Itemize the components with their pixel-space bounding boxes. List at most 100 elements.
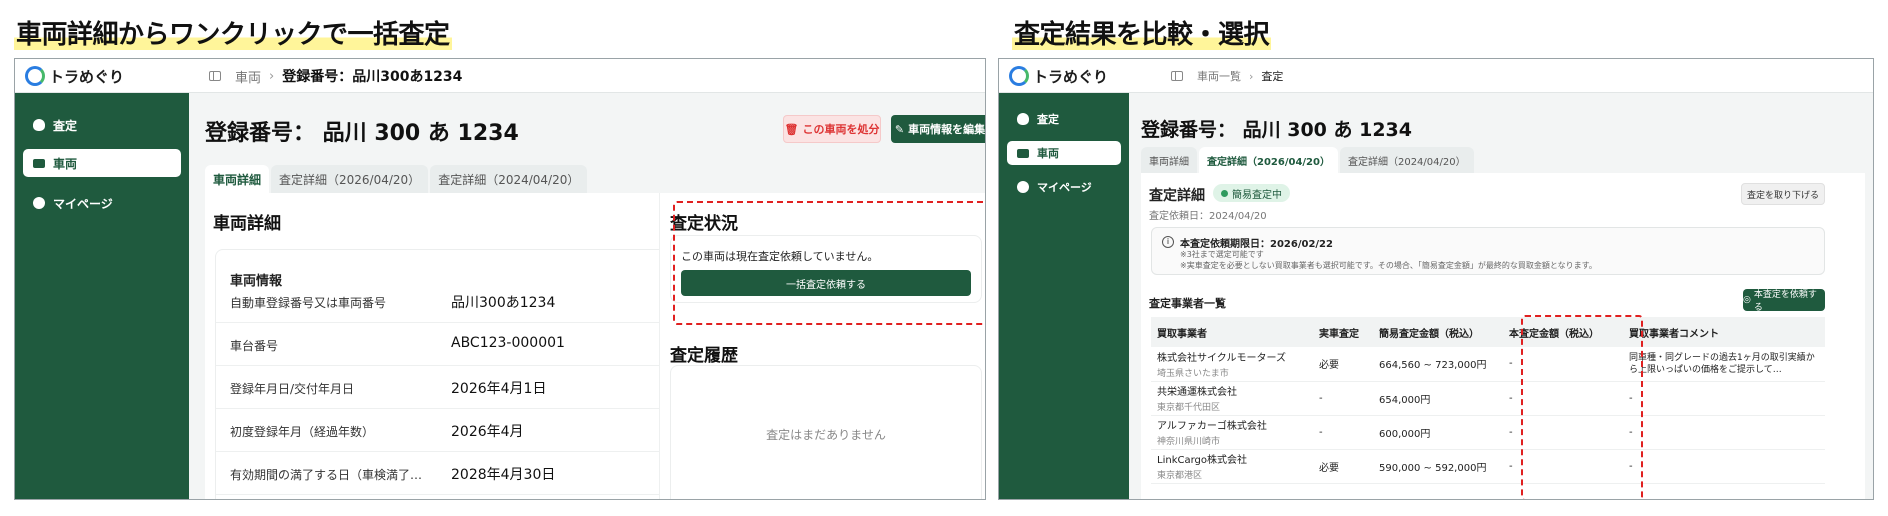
comment-cell: -	[1623, 381, 1825, 416]
logo-mark-icon	[25, 66, 45, 86]
deadline-notice: i 本査定依頼期限日：2026/02/22 ※3社まで選定可能です ※実車査定を…	[1151, 227, 1825, 275]
col-vendor: 買取事業者	[1151, 317, 1313, 347]
vendor-area: 東京都港区	[1157, 471, 1203, 481]
breadcrumb: 車両 › 登録番号：品川300あ1234	[209, 59, 462, 93]
inspection-cell: 必要	[1313, 449, 1373, 484]
appraisal-detail-panel: 査定詳細 簡易査定中 査定依頼日：2024/04/20 査定を取り下げる i 本…	[1141, 173, 1865, 499]
vehicle-detail-screen: トラめぐり 車両 › 登録番号：品川300あ1234 査定 車両 マイページ 登…	[14, 58, 986, 500]
sidebar: 査定 車両 マイページ	[15, 93, 189, 499]
vendor-name: LinkCargo株式会社	[1157, 455, 1247, 466]
quick-price-cell: 590,000 ~ 592,000円	[1373, 449, 1503, 484]
sidebar-toggle-icon[interactable]	[209, 71, 221, 81]
user-icon	[1017, 181, 1029, 193]
sidebar-item-mypage[interactable]: マイページ	[23, 189, 181, 217]
tab-bar: 車両詳細 査定詳細（2026/04/20） 査定詳細（2024/04/20）	[1141, 147, 1476, 173]
history-empty-message: 査定はまだありません	[766, 428, 886, 442]
page-title: 登録番号： 品川 300 あ 1234	[1141, 119, 1413, 141]
trash-icon: 🗑	[784, 122, 799, 136]
col-comment: 買取事業者コメント	[1623, 317, 1825, 347]
history-card: 査定はまだありません	[670, 365, 982, 499]
tab-appraisal-2026[interactable]: 査定詳細（2026/04/20）	[1199, 147, 1338, 173]
tab-bar: 車両詳細 査定詳細（2026/04/20） 査定詳細（2024/04/20）	[205, 165, 589, 193]
vendor-list-heading: 査定事業者一覧	[1149, 297, 1226, 310]
user-icon	[33, 197, 45, 209]
sidebar-item-appraisal[interactable]: 査定	[23, 111, 181, 139]
vehicle-detail-heading: 車両詳細	[213, 214, 281, 234]
top-bar: トラめぐり 車両一覧 › 査定	[999, 59, 1873, 93]
tab-appraisal-2024[interactable]: 査定詳細（2024/04/20）	[430, 165, 588, 193]
col-quick-price: 簡易査定金額（税込）	[1373, 317, 1503, 347]
app-logo[interactable]: トラめぐり	[999, 59, 1108, 93]
appraisal-result-screen: トラめぐり 車両一覧 › 査定 査定 車両 マイページ 登録番号： 品川 300…	[998, 58, 1874, 500]
table-row[interactable]: 共栄通運株式会社 東京都千代田区 - 654,000円 - -	[1151, 381, 1825, 416]
truck-icon	[1017, 148, 1029, 158]
vendor-name: 株式会社サイクルモーターズ	[1157, 352, 1286, 364]
breadcrumb-current: 査定	[1261, 70, 1284, 83]
col-inspection: 実車査定	[1313, 317, 1373, 347]
tab-vehicle-detail[interactable]: 車両詳細	[205, 165, 270, 193]
comment-cell: -	[1623, 449, 1825, 484]
inspection-cell: -	[1313, 415, 1373, 450]
sidebar-item-vehicles[interactable]: 車両	[1007, 141, 1121, 165]
history-heading: 査定履歴	[670, 346, 738, 366]
quick-price-cell: 654,000円	[1373, 381, 1503, 416]
top-bar: トラめぐり 車両 › 登録番号：品川300あ1234	[15, 59, 985, 93]
info-icon: i	[1162, 236, 1174, 248]
sidebar: 査定 車両 マイページ	[999, 93, 1129, 499]
piggy-bank-icon	[1017, 113, 1029, 125]
truck-icon	[33, 158, 45, 168]
breadcrumb: 車両一覧 › 査定	[1171, 59, 1283, 93]
breadcrumb-root[interactable]: 車両一覧	[1197, 68, 1241, 84]
highlight-frame	[673, 201, 985, 325]
table-header-row: 買取事業者 実車査定 簡易査定金額（税込） 本査定金額（税込） 買取事業者コメン…	[1151, 317, 1825, 347]
check-circle-icon: ◎	[1743, 295, 1751, 305]
notice-line-2: ※実車査定を必要としない買取事業者も選択可能です。その場合、「簡易査定金額」が最…	[1180, 261, 1597, 270]
comment-cell: -	[1623, 415, 1825, 450]
status-badge: 簡易査定中	[1213, 184, 1290, 202]
vendor-table: 買取事業者 実車査定 簡易査定金額（税込） 本査定金額（税込） 買取事業者コメン…	[1151, 317, 1825, 484]
tab-appraisal-2026[interactable]: 査定詳細（2026/04/20）	[271, 165, 429, 193]
request-final-appraisal-button[interactable]: ◎ 本査定を依頼する	[1743, 289, 1825, 313]
piggy-bank-icon	[33, 119, 45, 131]
page-title: 登録番号： 品川 300 あ 1234	[205, 121, 519, 146]
notice-title: 本査定依頼期限日：2026/02/22	[1180, 239, 1333, 250]
main-content: 登録番号： 品川 300 あ 1234 車両詳細 査定詳細（2026/04/20…	[1129, 93, 1873, 499]
pencil-icon: ✎	[894, 122, 905, 136]
edit-vehicle-button[interactable]: ✎ 車両情報を編集	[891, 115, 985, 143]
tab-vehicle-detail[interactable]: 車両詳細	[1141, 147, 1197, 173]
sidebar-item-appraisal[interactable]: 査定	[1007, 107, 1121, 131]
inspection-cell: -	[1313, 381, 1373, 416]
vendor-area: 埼玉県さいたま市	[1157, 368, 1229, 379]
sidebar-item-vehicles[interactable]: 車両	[23, 149, 181, 177]
chevron-right-icon: ›	[1249, 69, 1254, 83]
table-row[interactable]: アルファカーゴ株式会社 神奈川県川崎市 - 600,000円 - -	[1151, 415, 1825, 450]
quick-price-cell: 664,560 ~ 723,000円	[1373, 347, 1503, 382]
sidebar-toggle-icon[interactable]	[1171, 71, 1183, 81]
vendor-name: アルファカーゴ株式会社	[1157, 421, 1267, 432]
logo-mark-icon	[1009, 66, 1029, 86]
appraisal-detail-heading: 査定詳細	[1149, 188, 1205, 204]
app-logo[interactable]: トラめぐり	[15, 59, 124, 93]
quick-price-cell: 600,000円	[1373, 415, 1503, 450]
main-content: 登録番号： 品川 300 あ 1234 🗑 この車両を処分 ✎ 車両情報を編集 車両…	[189, 93, 985, 499]
request-date: 査定依頼日：2024/04/20	[1149, 211, 1267, 222]
chevron-right-icon: ›	[269, 68, 275, 84]
vendor-area: 神奈川県川崎市	[1157, 437, 1221, 447]
caption-right: 査定結果を比較・選択	[1012, 20, 1272, 50]
sidebar-item-mypage[interactable]: マイページ	[1007, 175, 1121, 199]
vendor-area: 東京都千代田区	[1157, 403, 1221, 413]
comment-cell: 同車種・同グレードの過去1ヶ月の取引実績から上限いっぱいの価格をご提示して…	[1623, 347, 1825, 382]
notice-line-1: ※3社まで選定可能です	[1180, 250, 1264, 259]
breadcrumb-current: 登録番号：品川300あ1234	[282, 69, 463, 85]
caption-left: 車両詳細からワンクリックで一括査定	[14, 20, 452, 50]
inspection-cell: 必要	[1313, 347, 1373, 382]
breadcrumb-root[interactable]: 車両	[235, 67, 261, 86]
tab-appraisal-2024[interactable]: 査定詳細（2024/04/20）	[1339, 147, 1474, 173]
highlight-frame	[1521, 315, 1643, 499]
table-row[interactable]: LinkCargo株式会社 東京都港区 必要 590,000 ~ 592,000円…	[1151, 449, 1825, 484]
vendor-name: 共栄通運株式会社	[1157, 387, 1237, 398]
dispose-vehicle-button[interactable]: 🗑 この車両を処分	[783, 115, 881, 143]
table-row[interactable]: 株式会社サイクルモーターズ 埼玉県さいたま市 必要 664,560 ~ 723,0…	[1151, 347, 1825, 382]
withdraw-appraisal-button[interactable]: 査定を取り下げる	[1741, 183, 1825, 205]
dot-icon	[1221, 189, 1228, 197]
